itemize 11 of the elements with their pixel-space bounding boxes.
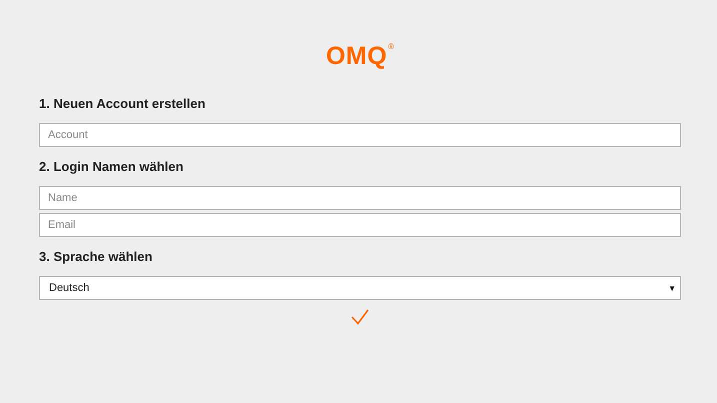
registered-mark: ®: [388, 42, 394, 53]
section-heading: 3. Sprache wählen: [39, 249, 154, 265]
language-dropdown[interactable]: Deutsch ▼: [39, 276, 681, 300]
caret-icon: ▼: [668, 284, 676, 292]
logo: OMQ: [326, 42, 388, 70]
input-field[interactable]: Email: [39, 213, 681, 237]
input-field[interactable]: Account: [39, 123, 681, 147]
input-field[interactable]: Name: [39, 186, 681, 210]
section-heading: 1. Neuen Account erstellen: [39, 96, 206, 112]
checkmark-icon[interactable]: [351, 309, 369, 325]
section-heading: 2. Login Namen wählen: [39, 159, 184, 175]
